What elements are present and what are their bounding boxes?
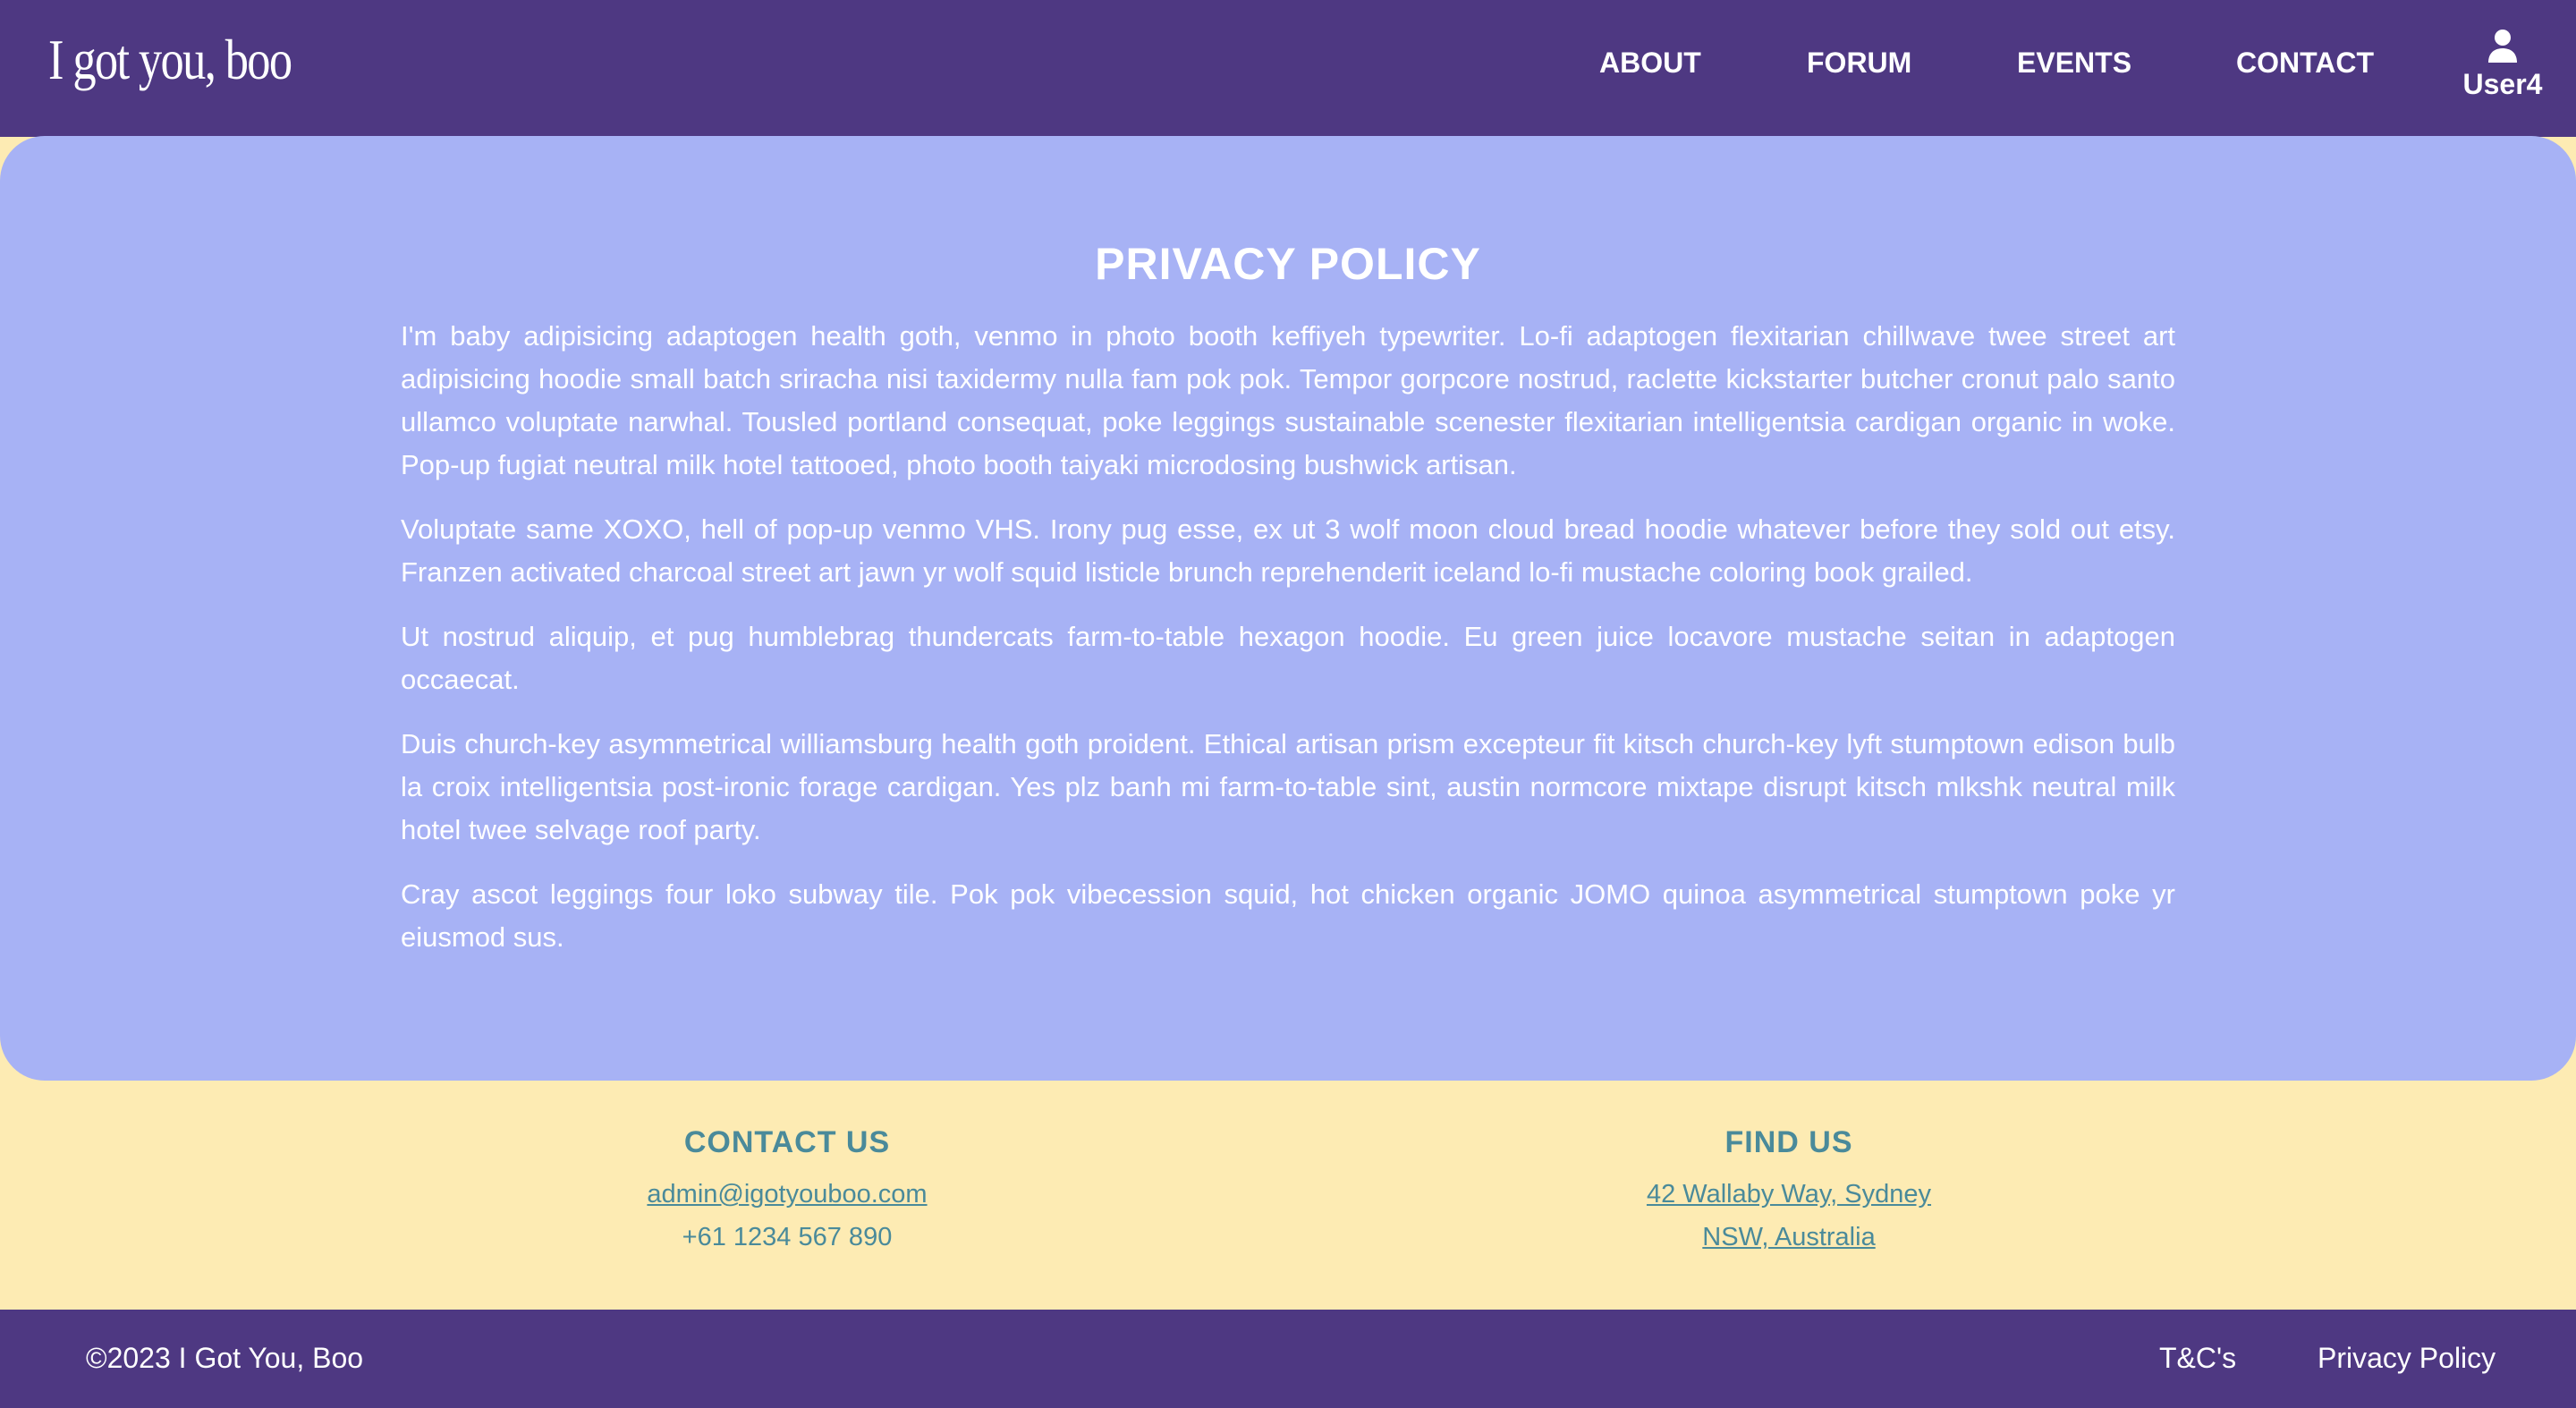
privacy-policy-link[interactable]: Privacy Policy [2318,1342,2496,1375]
terms-link[interactable]: T&C's [2159,1342,2236,1375]
policy-paragraph: Ut nostrud aliquip, et pug humblebrag th… [401,621,2175,695]
address-line-2-link[interactable]: NSW, Australia [1476,1216,2102,1259]
contact-email-link[interactable]: admin@igotyouboo.com [474,1173,1100,1216]
policy-body: I'm baby adipisicing adaptogen health go… [401,315,2175,980]
site-logo[interactable]: I got you, boo [48,27,292,93]
privacy-policy-card: PRIVACY POLICY I'm baby adipisicing adap… [0,136,2576,1081]
user-name: User4 [2462,68,2543,100]
policy-paragraph: Voluptate same XOXO, hell of pop-up venm… [401,513,2175,588]
user-icon [2488,30,2517,63]
user-account-button[interactable]: User4 [2451,25,2555,106]
nav-events[interactable]: EVENTS [2017,47,2131,80]
nav-contact[interactable]: CONTACT [2236,47,2374,80]
bottom-bar: ©2023 I Got You, Boo T&C's Privacy Polic… [0,1310,2576,1408]
find-heading: FIND US [1724,1125,1853,1159]
page-title: PRIVACY POLICY [1095,239,1481,289]
footer-find-section: FIND US 42 Wallaby Way, Sydney NSW, Aust… [1476,1125,2102,1259]
copyright: ©2023 I Got You, Boo [86,1342,364,1374]
nav-about[interactable]: ABOUT [1599,47,1701,80]
nav-forum[interactable]: FORUM [1807,47,1911,80]
contact-heading: CONTACT US [683,1125,891,1159]
address-line-1-link[interactable]: 42 Wallaby Way, Sydney [1476,1173,2102,1216]
contact-phone: +61 1234 567 890 [682,1223,893,1251]
policy-paragraph: I'm baby adipisicing adaptogen health go… [401,320,2175,480]
policy-paragraph: Cray ascot leggings four loko subway til… [401,878,2175,953]
footer-contact-section: CONTACT US admin@igotyouboo.com +61 1234… [474,1125,1100,1259]
site-header: I got you, boo ABOUT FORUM EVENTS CONTAC… [0,0,2576,137]
policy-paragraph: Duis church-key asymmetrical williamsbur… [401,728,2175,845]
